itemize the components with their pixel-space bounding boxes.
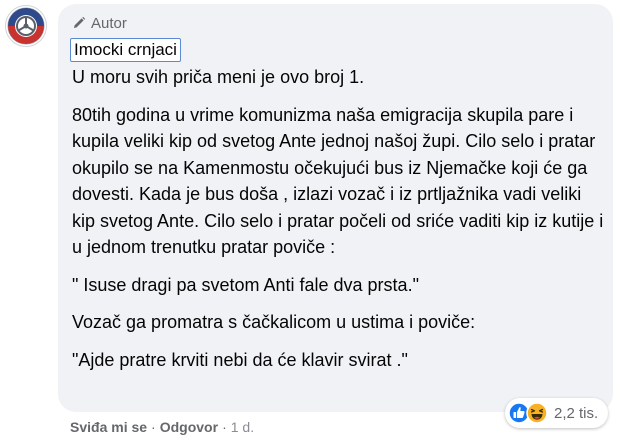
separator: ·: [222, 419, 227, 435]
comment-text: U moru svih priča meni je ovo broj 1. 80…: [72, 64, 607, 384]
reactions-summary[interactable]: 2,2 tis.: [505, 398, 609, 428]
author-badge-label: Autor: [91, 14, 127, 32]
comment-bubble: Autor Imocki crnjaci U moru svih priča m…: [58, 4, 613, 412]
comment-paragraph: Vozač ga promatra s čačkalicom u ustima …: [72, 312, 476, 332]
comment-paragraph: 80tih godina u vrime komunizma naša emig…: [72, 104, 604, 258]
haha-reaction-icon: [526, 402, 548, 424]
commenter-name[interactable]: Imocki crnjaci: [70, 38, 181, 62]
separator: ·: [151, 419, 156, 435]
comment-paragraph: U moru svih priča meni je ovo broj 1.: [72, 67, 365, 87]
timestamp[interactable]: 1 d.: [231, 419, 254, 435]
author-badge: Autor: [72, 14, 127, 32]
like-button[interactable]: Sviđa mi se: [70, 419, 147, 435]
steering-wheel-logo-icon: [7, 7, 45, 45]
reply-button[interactable]: Odgovor: [160, 419, 218, 435]
pen-icon: [74, 16, 86, 28]
comment-paragraph: " Isuse dragi pa svetom Anti fale dva pr…: [72, 274, 419, 295]
comment-paragraph: "Ajde pratre krviti nebi da će klavir sv…: [72, 349, 408, 370]
avatar[interactable]: [5, 5, 47, 47]
comment-actions: Sviđa mi se · Odgovor · 1 d.: [70, 417, 254, 437]
reaction-count: 2,2 tis.: [554, 404, 599, 422]
